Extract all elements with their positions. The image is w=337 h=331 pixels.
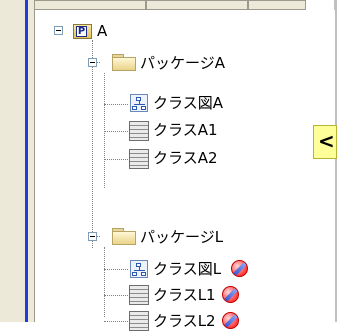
class-icon bbox=[129, 121, 149, 141]
tree-item-class-l1[interactable]: クラスL1 bbox=[153, 286, 216, 304]
tree-item-class-a2[interactable]: クラスA2 bbox=[153, 149, 218, 167]
tree-connector bbox=[104, 321, 128, 323]
package-badge-letter: P bbox=[76, 26, 87, 37]
frame-border-line bbox=[25, 0, 28, 322]
class-icon bbox=[129, 311, 149, 331]
left-window-frame bbox=[0, 0, 34, 322]
toolbar-segment bbox=[34, 0, 146, 10]
tree-panel: P A パッケージA クラス図A クラスA1 クラスA2 パッケージL クラス図… bbox=[34, 10, 335, 331]
tree-item-package-l[interactable]: パッケージL bbox=[140, 228, 223, 246]
class-icon bbox=[129, 285, 149, 305]
toolbar-segment bbox=[248, 0, 306, 10]
tree-connector bbox=[104, 159, 128, 161]
lock-icon bbox=[222, 312, 239, 329]
tree-item-class-l2[interactable]: クラスL2 bbox=[153, 312, 216, 330]
tree-item-package-a[interactable]: パッケージA bbox=[140, 54, 225, 72]
package-p-icon: P bbox=[73, 24, 92, 39]
tree-connector bbox=[104, 295, 128, 297]
tree-connector bbox=[92, 40, 94, 248]
tree-item-class-diagram-a[interactable]: クラス図A bbox=[153, 94, 223, 112]
class-diagram-icon bbox=[130, 94, 148, 112]
tree-item-class-a1[interactable]: クラスA1 bbox=[153, 121, 218, 139]
tree-connector bbox=[104, 247, 106, 317]
package-tree: P A パッケージA クラス図A クラスA1 クラスA2 パッケージL クラス図… bbox=[35, 10, 335, 331]
collapse-toggle-root[interactable] bbox=[54, 26, 63, 35]
lock-icon bbox=[222, 286, 239, 303]
tree-connector bbox=[104, 131, 128, 133]
tree-root-label[interactable]: A bbox=[97, 22, 107, 40]
class-icon bbox=[129, 149, 149, 169]
tree-item-class-diagram-l[interactable]: クラス図L bbox=[153, 260, 221, 278]
collapse-toggle-package-a[interactable] bbox=[88, 58, 97, 67]
tree-connector bbox=[104, 104, 128, 106]
class-diagram-icon bbox=[130, 260, 148, 278]
collapse-toggle-package-l[interactable] bbox=[88, 232, 97, 241]
folder-icon bbox=[112, 228, 136, 245]
callout-box: < bbox=[313, 125, 337, 159]
folder-icon bbox=[112, 54, 136, 71]
tree-connector bbox=[104, 269, 128, 271]
top-toolbar-strip bbox=[0, 0, 337, 10]
toolbar-segment bbox=[146, 0, 248, 10]
lock-icon bbox=[231, 260, 248, 277]
